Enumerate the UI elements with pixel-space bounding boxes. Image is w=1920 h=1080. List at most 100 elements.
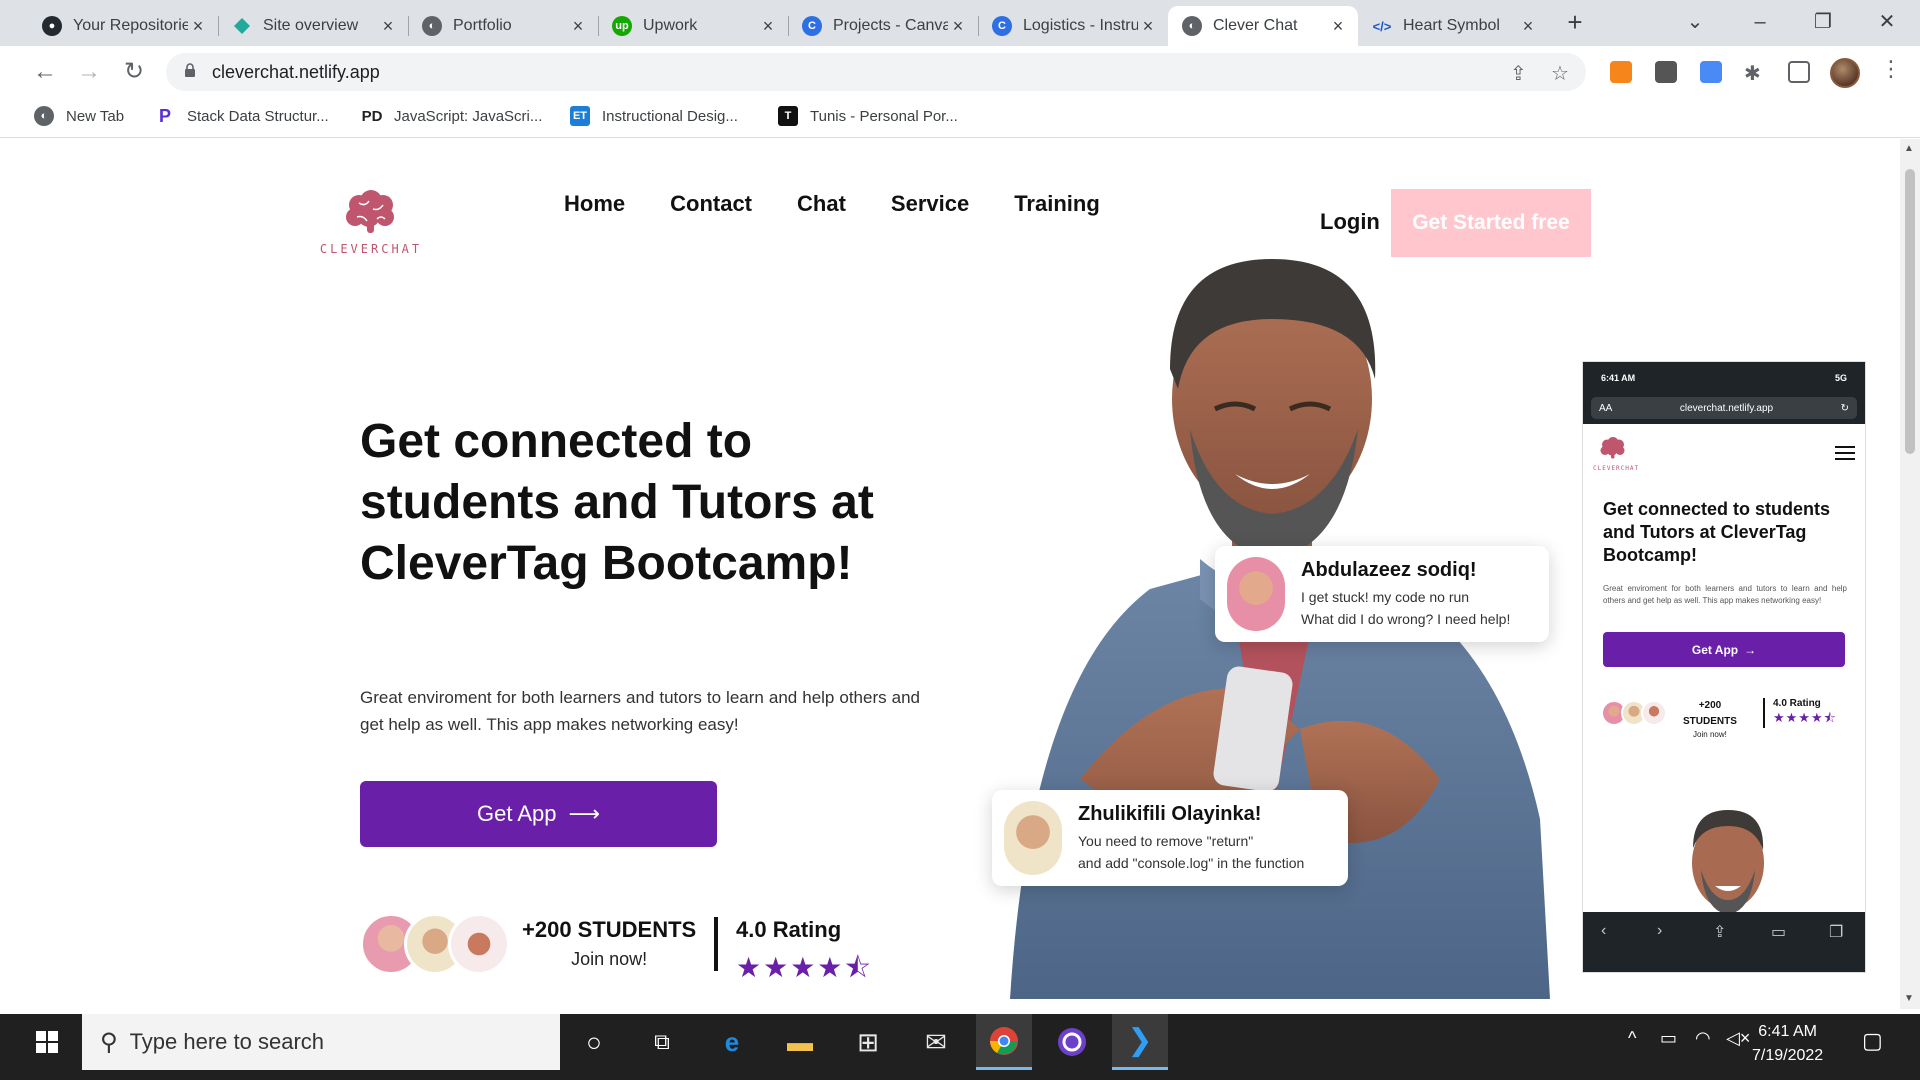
avatar [1004, 801, 1062, 875]
lock-icon [185, 63, 195, 77]
netlify-icon [232, 16, 252, 36]
rating-stat: 4.0 Rating ★★★★⯪ [736, 917, 873, 995]
share-icon[interactable]: ⇪ [1510, 61, 1527, 86]
site-logo[interactable]: CLEVERCHAT [316, 189, 426, 256]
bookmark-tunis[interactable]: T Tunis - Personal Por... [778, 106, 958, 126]
get-app-button[interactable]: Get App ⟶ [360, 781, 717, 847]
nav-chat[interactable]: Chat [797, 191, 846, 217]
vscode-icon[interactable]: ❯ [1112, 1014, 1168, 1070]
scroll-down-icon[interactable]: ▼ [1904, 993, 1914, 1004]
canva-icon: C [992, 16, 1012, 36]
scrollbar-thumb[interactable] [1905, 169, 1915, 454]
bookmark-javascript[interactable]: PD JavaScript: JavaScri... [362, 106, 543, 126]
browser-toolbar: ← → ↻ cleverchat.netlify.app ⇪ ☆ ✱ ⋮ [0, 46, 1920, 98]
nav-home[interactable]: Home [564, 191, 625, 217]
side-panel-icon[interactable] [1788, 61, 1810, 83]
stat-divider [1763, 698, 1765, 728]
hero-description: Great enviroment for both learners and t… [360, 688, 920, 734]
extension-icon[interactable] [1700, 61, 1722, 83]
bookmarks-bar: ◐ New Tab P Stack Data Structur... PD Ja… [0, 98, 1920, 138]
tab-upwork[interactable]: up Upwork × [598, 6, 789, 46]
cortana-icon[interactable]: ○ [566, 1014, 622, 1070]
rating-stars-icon: ★★★★⯪ [736, 952, 873, 983]
bookmark-instructional[interactable]: ET Instructional Desig... [570, 106, 738, 126]
taskbar-search[interactable]: ⚲ Type here to search [82, 1014, 560, 1070]
extension-icon[interactable] [1655, 61, 1677, 83]
close-window-button[interactable]: ✕ [1862, 4, 1912, 40]
edge-icon[interactable]: e [704, 1014, 760, 1070]
tab-projects-canva[interactable]: C Projects - Canva × [788, 6, 979, 46]
phone-mockup: 6:41 AM 5G AA cleverchat.netlify.app ↻ C… [1583, 362, 1865, 972]
mail-icon[interactable]: ✉ [908, 1014, 964, 1070]
new-tab-button[interactable]: + [1560, 8, 1590, 38]
avatar [448, 913, 510, 975]
back-button[interactable]: ← [30, 58, 60, 88]
avatar [1227, 557, 1285, 631]
close-icon[interactable]: × [1138, 16, 1158, 37]
tab-site-overview[interactable]: Site overview × [218, 6, 409, 46]
close-icon[interactable]: × [188, 16, 208, 37]
metamask-icon[interactable] [1610, 61, 1632, 83]
bookmark-stack[interactable]: P Stack Data Structur... [155, 106, 329, 126]
globe-icon: ◐ [1182, 16, 1202, 36]
brain-icon [1600, 437, 1625, 459]
github-icon: ● [42, 16, 62, 36]
stat-divider [714, 917, 718, 971]
main-nav: Home Contact Chat Service Training [564, 191, 1100, 217]
phone-headline: Get connected to students and Tutors at … [1603, 499, 1831, 565]
share-icon: ⇪ [1713, 924, 1727, 941]
hamburger-menu-icon [1835, 446, 1855, 464]
start-button[interactable] [14, 1014, 80, 1070]
hero-headline: Get connected to students and Tutors at … [360, 415, 874, 590]
store-icon[interactable]: ⊞ [840, 1014, 896, 1070]
login-link[interactable]: Login [1320, 209, 1380, 235]
bookmark-star-icon[interactable]: ☆ [1551, 61, 1569, 86]
address-bar[interactable]: cleverchat.netlify.app ⇪ ☆ [166, 53, 1586, 91]
chrome-icon[interactable] [976, 1014, 1032, 1070]
taskbar-clock[interactable]: 6:41 AM 7/19/2022 [1752, 1020, 1823, 1068]
restore-button[interactable]: ❐ [1798, 4, 1848, 40]
windows-icon [36, 1031, 58, 1053]
task-view-icon[interactable]: ⧉ [634, 1014, 690, 1070]
tab-portfolio[interactable]: ◐ Portfolio × [408, 6, 599, 46]
github-desktop-icon[interactable] [1044, 1014, 1100, 1070]
notification-icon[interactable]: ▢ [1862, 1028, 1883, 1054]
puzzle-icon[interactable]: ✱ [1744, 61, 1766, 85]
close-icon[interactable]: × [948, 16, 968, 37]
windows-taskbar: ⚲ Type here to search ○ ⧉ e ▬ ⊞ ✉ ❯ ^ ▭ … [0, 1014, 1920, 1080]
chat-bubble-question: Abdulazeez sodiq! I get stuck! my code n… [1215, 546, 1549, 642]
close-icon[interactable]: × [758, 16, 778, 37]
nav-contact[interactable]: Contact [670, 191, 752, 217]
wifi-icon[interactable]: ◠ [1695, 1028, 1711, 1049]
close-icon[interactable]: × [1518, 16, 1538, 37]
tab-clever-chat[interactable]: ◐ Clever Chat × [1168, 6, 1358, 46]
close-icon[interactable]: × [1328, 16, 1348, 37]
volume-muted-icon[interactable]: ◁× [1726, 1028, 1750, 1049]
reload-icon: ↻ [1840, 402, 1849, 414]
file-explorer-icon[interactable]: ▬ [772, 1014, 828, 1070]
screen: ● Your Repositories × Site overview × ◐ … [0, 0, 1920, 1080]
phone-students-stat: +200 STUDENTS Join now! [1683, 700, 1737, 739]
forward-button[interactable]: → [74, 58, 104, 88]
chevron-up-icon[interactable]: ^ [1628, 1028, 1636, 1049]
tab-your-repositories[interactable]: ● Your Repositories × [28, 6, 219, 46]
bookmark-new-tab[interactable]: ◐ New Tab [34, 106, 124, 126]
battery-icon[interactable]: ▭ [1660, 1028, 1677, 1049]
get-started-button[interactable]: Get Started free [1391, 189, 1591, 257]
minimize-button[interactable]: – [1735, 4, 1785, 40]
close-icon[interactable]: × [378, 16, 398, 37]
reload-button[interactable]: ↻ [119, 58, 149, 88]
p-icon: P [158, 105, 171, 126]
more-menu-icon[interactable]: ⋮ [1880, 56, 1902, 82]
tab-search-chevron-icon[interactable]: ⌄ [1670, 4, 1720, 40]
tab-heart-symbol[interactable]: </> Heart Symbol × [1358, 6, 1548, 46]
avatar[interactable] [1830, 58, 1860, 88]
tab-logistics[interactable]: C Logistics - Instructional × [978, 6, 1168, 46]
page-scrollbar[interactable]: ▲ ▼ [1900, 139, 1920, 1009]
chat-bubble-answer: Zhulikifili Olayinka! You need to remove… [992, 790, 1348, 886]
phone-hero-image [1692, 810, 1764, 914]
scroll-up-icon[interactable]: ▲ [1904, 143, 1914, 154]
nav-service[interactable]: Service [891, 191, 969, 217]
close-icon[interactable]: × [568, 16, 588, 37]
nav-training[interactable]: Training [1014, 191, 1100, 217]
